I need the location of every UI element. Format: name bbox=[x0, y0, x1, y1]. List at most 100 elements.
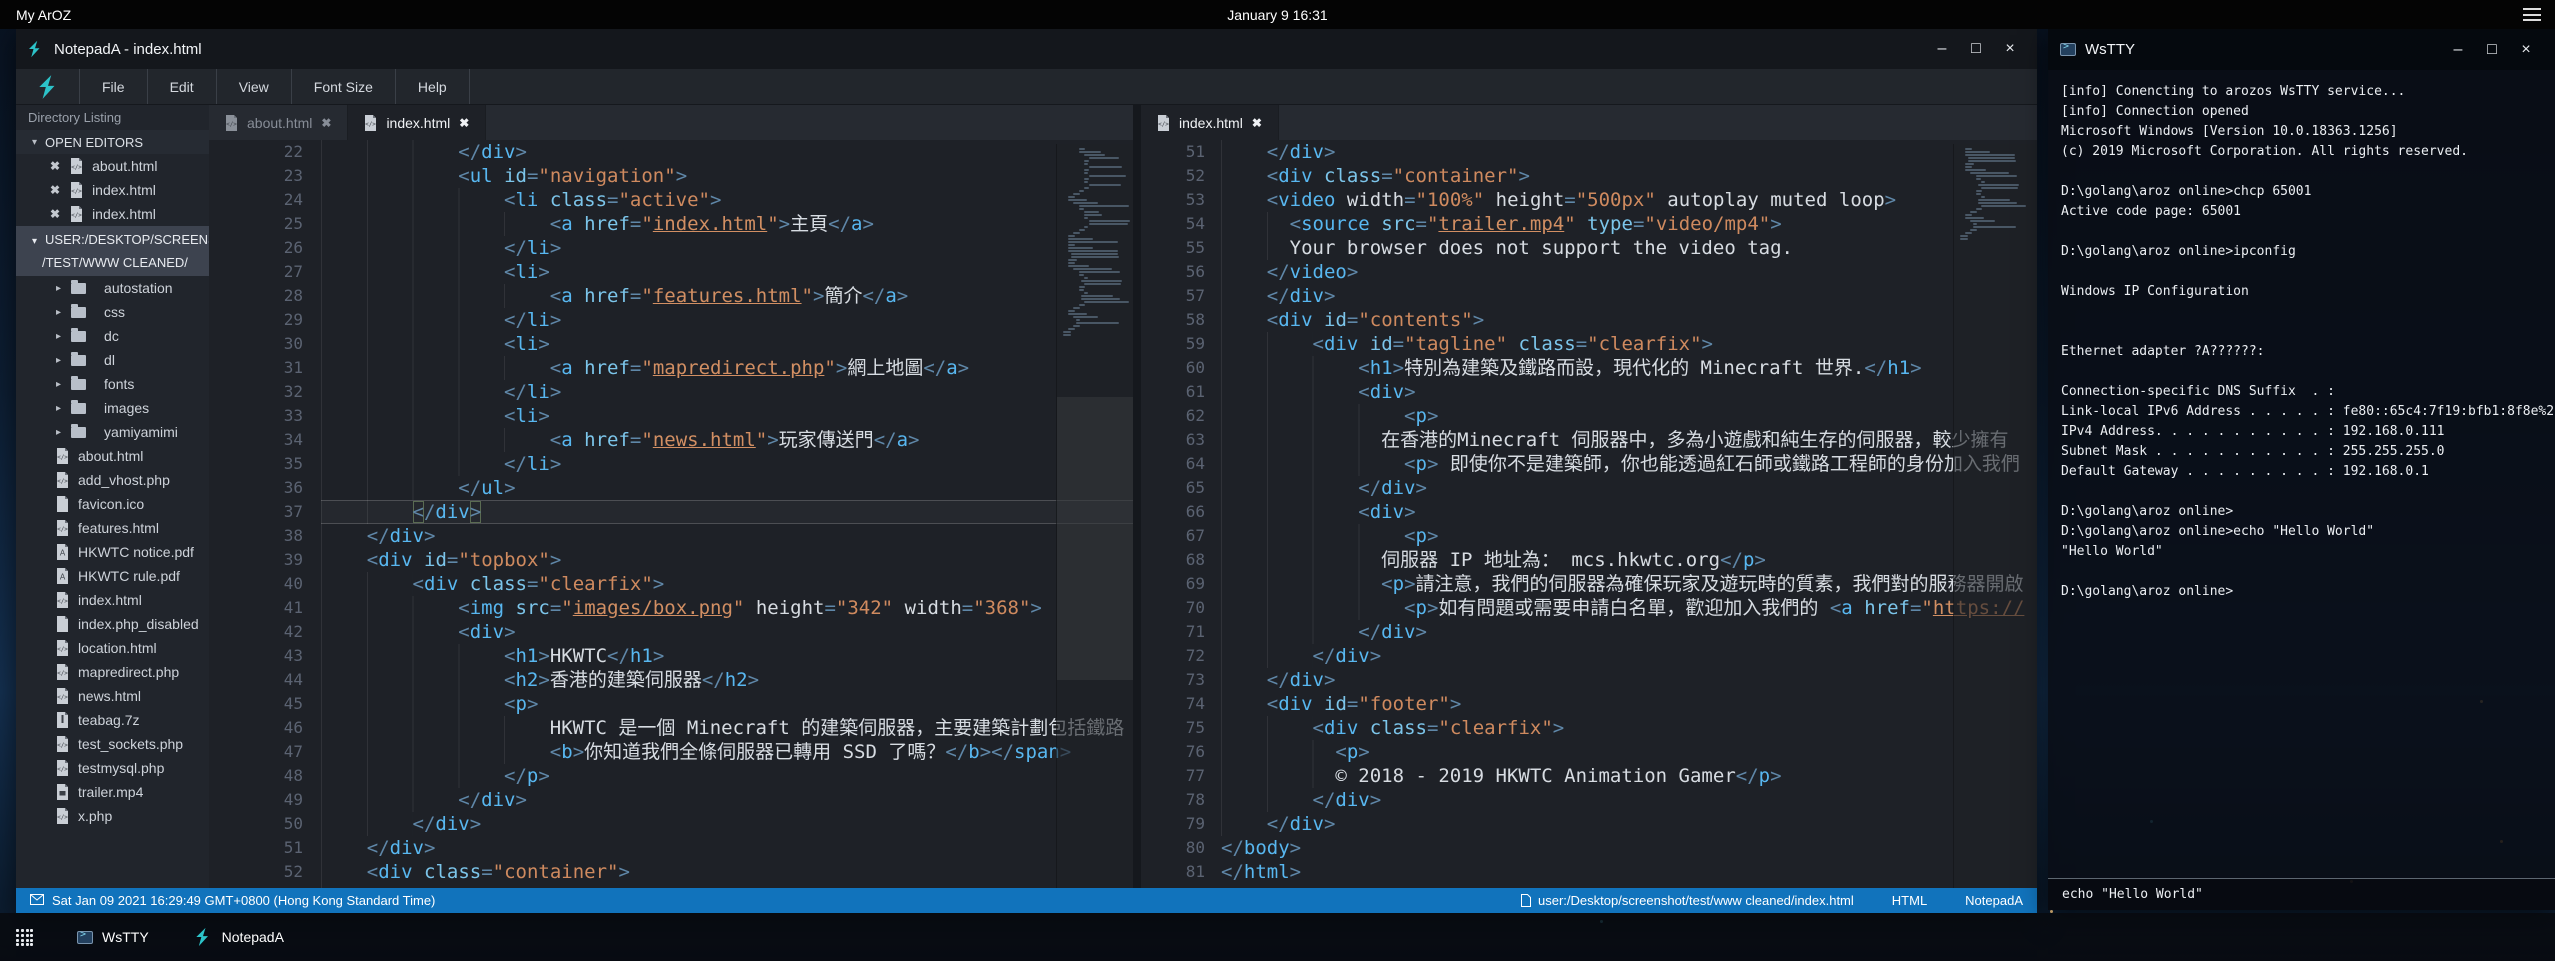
code-line-72[interactable]: 72 </div> bbox=[1141, 644, 2037, 668]
code-line-56[interactable]: 56 </video> bbox=[1141, 260, 2037, 284]
editor-tab-index.html[interactable]: </>index.html✖ bbox=[1141, 105, 1279, 140]
code-line-36[interactable]: 36 </ul> bbox=[209, 476, 1133, 500]
code-line-70[interactable]: 70 <p>如有問題或需要申請白名單，歡迎加入我們的 <a href="http… bbox=[1141, 596, 2037, 620]
code-line-44[interactable]: 44 <h2>香港的建築伺服器</h2> bbox=[209, 668, 1133, 692]
tree-file[interactable]: AHKWTC rule.pdf bbox=[16, 564, 209, 588]
tree-file[interactable]: </>location.html bbox=[16, 636, 209, 660]
taskbar-item-notepada[interactable]: NotepadA bbox=[193, 927, 284, 947]
notepada-titlebar[interactable]: NotepadA - index.html – □ × bbox=[16, 29, 2037, 69]
maximize-button[interactable]: □ bbox=[2475, 41, 2509, 59]
code-line-71[interactable]: 71 </div> bbox=[1141, 620, 2037, 644]
code-line-30[interactable]: 30 <li> bbox=[209, 332, 1133, 356]
menu-item-edit[interactable]: Edit bbox=[148, 69, 217, 104]
code-line-73[interactable]: 73 </div> bbox=[1141, 668, 2037, 692]
code-line-39[interactable]: 39 <div id="topbox"> bbox=[209, 548, 1133, 572]
tree-folder-dl[interactable]: ▸dl bbox=[16, 348, 209, 372]
code-line-59[interactable]: 59 <div id="tagline" class="clearfix"> bbox=[1141, 332, 2037, 356]
code-line-48[interactable]: 48 </p> bbox=[209, 764, 1133, 788]
code-line-25[interactable]: 25 <a href="index.html">主頁</a> bbox=[209, 212, 1133, 236]
tree-file[interactable]: teabag.7z bbox=[16, 708, 209, 732]
code-line-27[interactable]: 27 <li> bbox=[209, 260, 1133, 284]
code-line-78[interactable]: 78 </div> bbox=[1141, 788, 2037, 812]
status-file-path[interactable]: user:/Desktop/screenshot/test/www cleane… bbox=[1538, 893, 1854, 908]
tree-folder-dc[interactable]: ▸dc bbox=[16, 324, 209, 348]
taskbar-item-wstty[interactable]: WsTTY bbox=[77, 929, 149, 945]
code-line-46[interactable]: 46 HKWTC 是一個 Minecraft 的建築伺服器，主要建築計劃包括鐵路 bbox=[209, 716, 1133, 740]
code-line-40[interactable]: 40 <div class="clearfix"> bbox=[209, 572, 1133, 596]
terminal-input[interactable]: echo "Hello World" bbox=[2048, 878, 2555, 910]
code-line-55[interactable]: 55 Your browser does not support the vid… bbox=[1141, 236, 2037, 260]
code-editor-right[interactable]: 51 </div>52 <div class="container">53 <v… bbox=[1141, 140, 2037, 888]
tree-file[interactable]: index.php_disabled bbox=[16, 612, 209, 636]
code-line-33[interactable]: 33 <li> bbox=[209, 404, 1133, 428]
menu-item-help[interactable]: Help bbox=[396, 69, 470, 104]
tree-file[interactable]: trailer.mp4 bbox=[16, 780, 209, 804]
code-line-42[interactable]: 42 <div> bbox=[209, 620, 1133, 644]
tree-folder-fonts[interactable]: ▸fonts bbox=[16, 372, 209, 396]
code-line-58[interactable]: 58 <div id="contents"> bbox=[1141, 308, 2037, 332]
menu-item-file[interactable]: File bbox=[80, 69, 148, 104]
code-line-52[interactable]: 52 <div class="container"> bbox=[1141, 164, 2037, 188]
close-icon[interactable]: ✖ bbox=[321, 116, 331, 130]
code-line-35[interactable]: 35 </li> bbox=[209, 452, 1133, 476]
code-line-50[interactable]: 50 </div> bbox=[209, 812, 1133, 836]
code-line-61[interactable]: 61 <div> bbox=[1141, 380, 2037, 404]
code-line-75[interactable]: 75 <div class="clearfix"> bbox=[1141, 716, 2037, 740]
code-line-62[interactable]: 62 <p> bbox=[1141, 404, 2037, 428]
code-line-37[interactable]: 37 </div> bbox=[209, 500, 1133, 524]
minimap-left[interactable] bbox=[1056, 144, 1133, 888]
tree-folder-yamiyamimi[interactable]: ▸yamiyamimi bbox=[16, 420, 209, 444]
code-line-43[interactable]: 43 <h1>HKWTC</h1> bbox=[209, 644, 1133, 668]
code-line-60[interactable]: 60 <h1>特別為建築及鐵路而設，現代化的 Minecraft 世界.</h1… bbox=[1141, 356, 2037, 380]
apps-grid-icon[interactable] bbox=[16, 929, 33, 946]
editor-tab-about.html[interactable]: </>about.html✖ bbox=[209, 105, 348, 140]
code-line-76[interactable]: 76 <p> bbox=[1141, 740, 2037, 764]
open-editor-item[interactable]: ✖</>index.html bbox=[16, 202, 209, 226]
code-line-23[interactable]: 23 <ul id="navigation"> bbox=[209, 164, 1133, 188]
close-icon[interactable]: ✖ bbox=[1252, 116, 1262, 130]
tree-file[interactable]: </>about.html bbox=[16, 444, 209, 468]
code-line-22[interactable]: 22 </div> bbox=[209, 140, 1133, 164]
code-line-67[interactable]: 67 <p> bbox=[1141, 524, 2037, 548]
tree-file[interactable]: </>testmysql.php bbox=[16, 756, 209, 780]
minimize-button[interactable]: – bbox=[2441, 41, 2475, 59]
code-line-51[interactable]: 51 </div> bbox=[1141, 140, 2037, 164]
code-line-41[interactable]: 41 <img src="images/box.png" height="342… bbox=[209, 596, 1133, 620]
tree-folder-css[interactable]: ▸css bbox=[16, 300, 209, 324]
code-line-32[interactable]: 32 </li> bbox=[209, 380, 1133, 404]
tree-folder-autostation[interactable]: ▸autostation bbox=[16, 276, 209, 300]
close-icon[interactable]: ✖ bbox=[459, 116, 469, 130]
code-line-65[interactable]: 65 </div> bbox=[1141, 476, 2037, 500]
terminal-output[interactable]: [info] Conencting to arozos WsTTY servic… bbox=[2048, 70, 2555, 878]
tree-file[interactable]: </>add_vhost.php bbox=[16, 468, 209, 492]
menu-item-view[interactable]: View bbox=[217, 69, 292, 104]
code-line-28[interactable]: 28 <a href="features.html">簡介</a> bbox=[209, 284, 1133, 308]
minimap-right[interactable] bbox=[1953, 144, 2037, 888]
menu-item-font-size[interactable]: Font Size bbox=[292, 69, 396, 104]
open-editors-header[interactable]: ▾OPEN EDITORS bbox=[16, 130, 209, 154]
code-line-53[interactable]: 53 <video width="100%" height="500px" au… bbox=[1141, 188, 2037, 212]
tree-file[interactable]: </>test_sockets.php bbox=[16, 732, 209, 756]
tree-file[interactable]: </>x.php bbox=[16, 804, 209, 828]
close-icon[interactable]: ✖ bbox=[50, 159, 60, 173]
wstty-titlebar[interactable]: WsTTY – □ × bbox=[2048, 29, 2555, 70]
tree-file[interactable]: </>mapredirect.php bbox=[16, 660, 209, 684]
close-icon[interactable]: ✖ bbox=[50, 183, 60, 197]
code-line-51[interactable]: 51 </div> bbox=[209, 836, 1133, 860]
code-line-24[interactable]: 24 <li class="active"> bbox=[209, 188, 1133, 212]
open-editor-item[interactable]: ✖</>about.html bbox=[16, 154, 209, 178]
close-button[interactable]: × bbox=[1993, 40, 2027, 58]
code-line-53[interactable]: 53 <video width="100%" height="500px" au… bbox=[209, 884, 1133, 888]
code-line-66[interactable]: 66 <div> bbox=[1141, 500, 2037, 524]
close-icon[interactable]: ✖ bbox=[50, 207, 60, 221]
code-line-38[interactable]: 38 </div> bbox=[209, 524, 1133, 548]
tree-file[interactable]: AHKWTC notice.pdf bbox=[16, 540, 209, 564]
workspace-folder-header[interactable]: ▾USER:/DESKTOP/SCREENSHOT/TEST/WWW CLEAN… bbox=[16, 226, 209, 276]
hamburger-menu-icon[interactable] bbox=[2523, 8, 2541, 21]
code-line-68[interactable]: 68 伺服器 IP 地址為： mcs.hkwtc.org</p> bbox=[1141, 548, 2037, 572]
minimize-button[interactable]: – bbox=[1925, 40, 1959, 58]
code-line-26[interactable]: 26 </li> bbox=[209, 236, 1133, 260]
open-editor-item[interactable]: ✖</>index.html bbox=[16, 178, 209, 202]
code-line-74[interactable]: 74 <div id="footer"> bbox=[1141, 692, 2037, 716]
code-line-63[interactable]: 63 在香港的Minecraft 伺服器中，多為小遊戲和純生存的伺服器，較少擁有 bbox=[1141, 428, 2037, 452]
